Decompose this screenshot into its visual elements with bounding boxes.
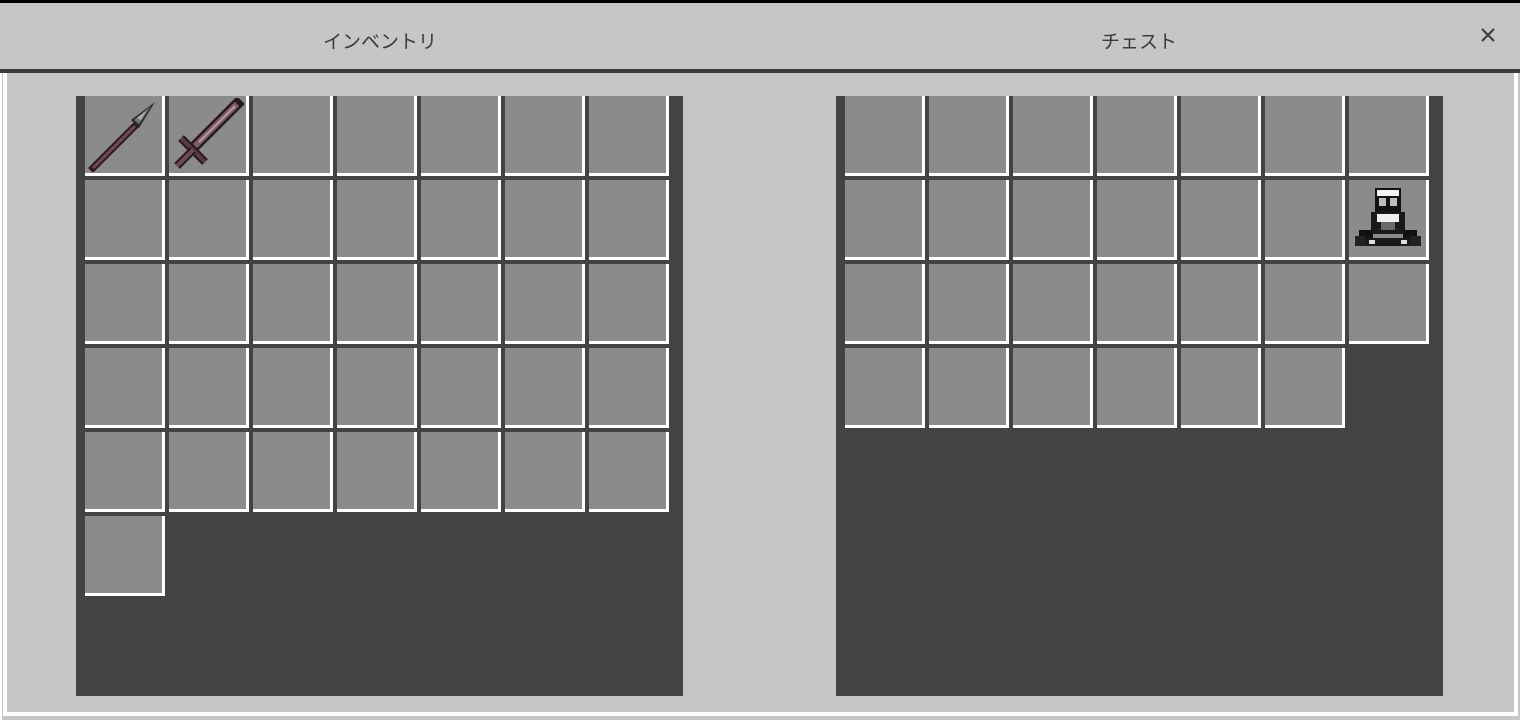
inventory-slot[interactable]: [337, 264, 417, 344]
spear-icon: [87, 98, 161, 173]
inventory-slot[interactable]: [85, 348, 165, 428]
inventory-slot[interactable]: [337, 432, 417, 512]
chest-slot[interactable]: [929, 96, 1009, 176]
chest-slot[interactable]: [1181, 96, 1261, 176]
chest-slot[interactable]: [1181, 180, 1261, 260]
inventory-slot[interactable]: [253, 432, 333, 512]
inventory-slot[interactable]: [505, 180, 585, 260]
chest-slot[interactable]: [929, 180, 1009, 260]
chest-slot[interactable]: [1181, 348, 1261, 428]
chest-slot[interactable]: [845, 180, 925, 260]
inventory-slot[interactable]: [505, 264, 585, 344]
chest-slot[interactable]: [1013, 180, 1093, 260]
chest-slot[interactable]: [1349, 180, 1429, 260]
inventory-slot[interactable]: [337, 348, 417, 428]
chest-slot[interactable]: [845, 96, 925, 176]
chest-slot[interactable]: [1097, 180, 1177, 260]
chest-slot[interactable]: [1013, 96, 1093, 176]
sword-icon: [171, 96, 245, 172]
inventory-slot[interactable]: [85, 96, 165, 176]
inventory-slot[interactable]: [85, 180, 165, 260]
close-button[interactable]: [1474, 21, 1502, 49]
inventory-slot[interactable]: [421, 180, 501, 260]
inventory-slot[interactable]: [85, 264, 165, 344]
inventory-slot[interactable]: [169, 264, 249, 344]
chest-slot[interactable]: [929, 264, 1009, 344]
chest-slot[interactable]: [929, 348, 1009, 428]
inventory-slot[interactable]: [253, 264, 333, 344]
inventory-slot[interactable]: [589, 432, 669, 512]
chest-slot[interactable]: [1265, 180, 1345, 260]
inventory-slot[interactable]: [589, 96, 669, 176]
chest-slot[interactable]: [1013, 264, 1093, 344]
chest-slot[interactable]: [1097, 348, 1177, 428]
inventory-slot[interactable]: [589, 180, 669, 260]
chest-slot[interactable]: [1181, 264, 1261, 344]
chest-slot[interactable]: [1097, 96, 1177, 176]
inventory-slot[interactable]: [337, 180, 417, 260]
inventory-panel: [76, 96, 683, 696]
inventory-slot[interactable]: [85, 516, 165, 596]
inventory-slot[interactable]: [337, 96, 417, 176]
chest-slot[interactable]: [1265, 264, 1345, 344]
inventory-slot[interactable]: [589, 264, 669, 344]
chest-slot[interactable]: [1349, 264, 1429, 344]
inventory-slot[interactable]: [421, 96, 501, 176]
chest-panel: [836, 96, 1443, 696]
inventory-slot[interactable]: [421, 432, 501, 512]
inventory-slot[interactable]: [421, 264, 501, 344]
inventory-slot[interactable]: [505, 348, 585, 428]
inventory-slot[interactable]: [85, 432, 165, 512]
inventory-slot[interactable]: [169, 348, 249, 428]
inventory-slot[interactable]: [253, 180, 333, 260]
inventory-slot[interactable]: [253, 348, 333, 428]
inventory-slot[interactable]: [253, 96, 333, 176]
inventory-slot[interactable]: [505, 432, 585, 512]
inventory-slot[interactable]: [169, 432, 249, 512]
chest-slot[interactable]: [845, 264, 925, 344]
chest-title: チェスト: [1100, 31, 1178, 53]
chest-slot[interactable]: [1349, 96, 1429, 176]
creature-icon: [1351, 182, 1425, 256]
chest-slot[interactable]: [1265, 96, 1345, 176]
inventory-slot[interactable]: [589, 348, 669, 428]
inventory-title: インベントリ: [322, 31, 438, 53]
chest-slot[interactable]: [845, 348, 925, 428]
chest-slot[interactable]: [1013, 348, 1093, 428]
header-bar: インベントリ チェスト: [0, 3, 1520, 73]
chest-slot[interactable]: [1265, 348, 1345, 428]
inventory-slot[interactable]: [505, 96, 585, 176]
chest-slot[interactable]: [1097, 264, 1177, 344]
inventory-slot[interactable]: [169, 96, 249, 176]
inventory-slot[interactable]: [421, 348, 501, 428]
close-icon: [1481, 28, 1495, 42]
inventory-slot[interactable]: [169, 180, 249, 260]
